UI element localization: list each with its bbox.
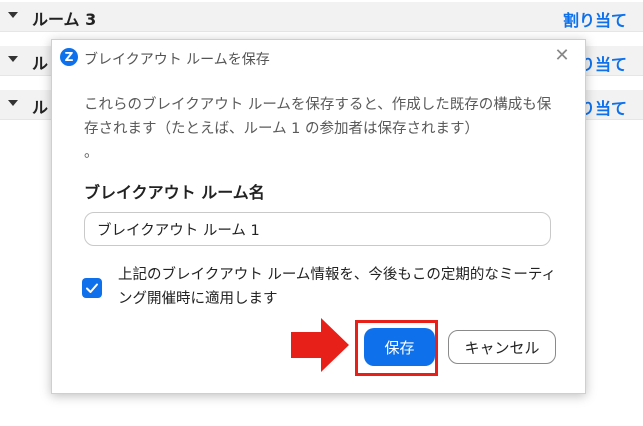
assign-link[interactable]: 割り当て [563, 7, 627, 31]
dialog-title-bar: Z ブレイクアウト ルームを保存 ✕ [52, 40, 585, 76]
description-tail: 。 [84, 145, 99, 161]
apply-recurring-checkbox[interactable] [82, 278, 102, 298]
chevron-down-icon[interactable] [8, 100, 18, 106]
room-name: ル [32, 98, 49, 117]
assign-link[interactable]: り当て [579, 95, 627, 119]
room-name-label: ブレイクアウト ルーム名 [84, 183, 265, 202]
room-name: ル [32, 54, 49, 73]
chevron-down-icon[interactable] [8, 12, 18, 18]
chevron-down-icon[interactable] [8, 56, 18, 62]
close-icon[interactable]: ✕ [553, 47, 571, 65]
assign-link[interactable]: り当て [579, 51, 627, 75]
room-row[interactable]: ルーム 3 割り当て [0, 2, 643, 32]
dialog-description: これらのブレイクアウト ルームを保存すると、作成した既存の構成も保存されます（た… [84, 93, 564, 165]
checkmark-icon [86, 283, 98, 293]
cancel-button[interactable]: キャンセル [448, 330, 556, 364]
apply-recurring-label[interactable]: 上記のブレイクアウト ルーム情報を、今後もこの定期的なミーティング開催時に適用し… [118, 263, 563, 311]
zoom-app-icon: Z [60, 48, 78, 66]
room-name-input[interactable] [84, 212, 551, 246]
room-name: ルーム 3 [32, 10, 97, 29]
red-arrow-icon [291, 318, 349, 372]
dialog-title: ブレイクアウト ルームを保存 [84, 52, 270, 68]
save-button[interactable]: 保存 [364, 328, 435, 366]
description-text: これらのブレイクアウト ルームを保存すると、作成した既存の構成も保存されます（た… [84, 97, 552, 137]
